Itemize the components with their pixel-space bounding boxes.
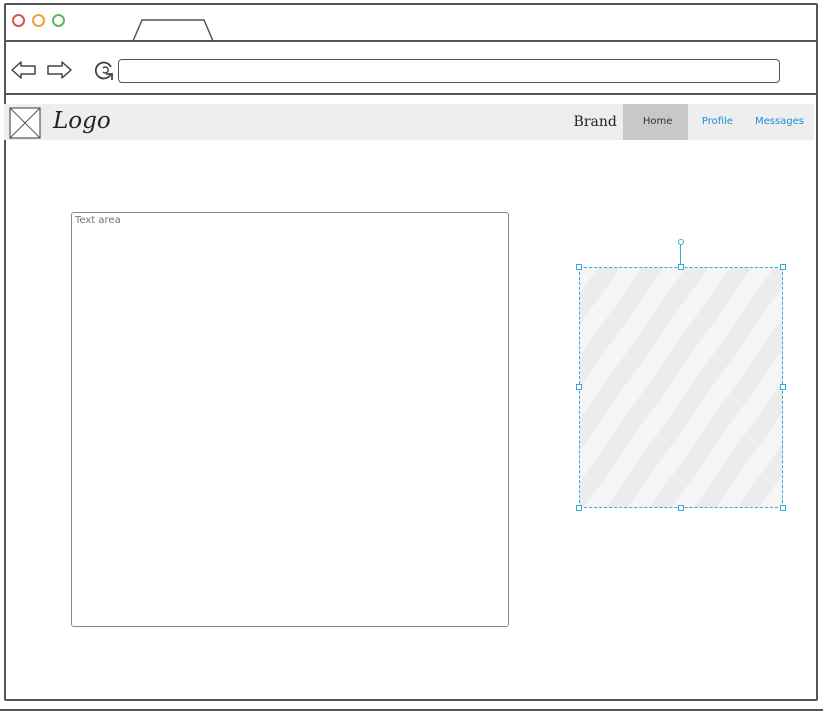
- nav-brand[interactable]: Brand: [574, 114, 617, 130]
- nav-item-home[interactable]: Home: [622, 104, 688, 140]
- rotate-handle[interactable]: [678, 239, 684, 245]
- bottom-divider: [0, 709, 823, 711]
- text-area-input[interactable]: [72, 213, 508, 626]
- url-input[interactable]: [118, 59, 780, 83]
- rotate-handle-line: [680, 244, 681, 266]
- resize-handle-left[interactable]: [576, 384, 582, 390]
- resize-handle-top-left[interactable]: [576, 264, 582, 270]
- nav-item-profile[interactable]: Profile: [688, 104, 749, 140]
- maximize-window-button[interactable]: [52, 14, 65, 27]
- close-window-button[interactable]: [12, 14, 25, 27]
- resize-handle-top[interactable]: [678, 264, 684, 270]
- nav-item-messages[interactable]: Messages: [749, 104, 814, 140]
- resize-handle-bottom[interactable]: [678, 505, 684, 511]
- resize-handle-bottom-right[interactable]: [780, 505, 786, 511]
- address-bar: [6, 42, 816, 95]
- site-header: Logo Brand Home Profile Messages: [4, 104, 814, 140]
- minimize-window-button[interactable]: [32, 14, 45, 27]
- reload-icon[interactable]: [92, 58, 116, 82]
- logo-text[interactable]: Logo: [53, 108, 111, 134]
- arrow-left-icon[interactable]: [11, 61, 37, 79]
- resize-handle-top-right[interactable]: [780, 264, 786, 270]
- resize-handle-bottom-left[interactable]: [576, 505, 582, 511]
- text-area-container: [71, 212, 509, 627]
- title-bar: [6, 5, 816, 42]
- logo-image-icon: [9, 107, 41, 139]
- resize-handle-right[interactable]: [780, 384, 786, 390]
- top-nav: Brand Home Profile Messages: [574, 104, 814, 140]
- browser-tab[interactable]: [132, 19, 214, 42]
- image-placeholder[interactable]: [579, 267, 783, 508]
- arrow-right-icon[interactable]: [46, 61, 72, 79]
